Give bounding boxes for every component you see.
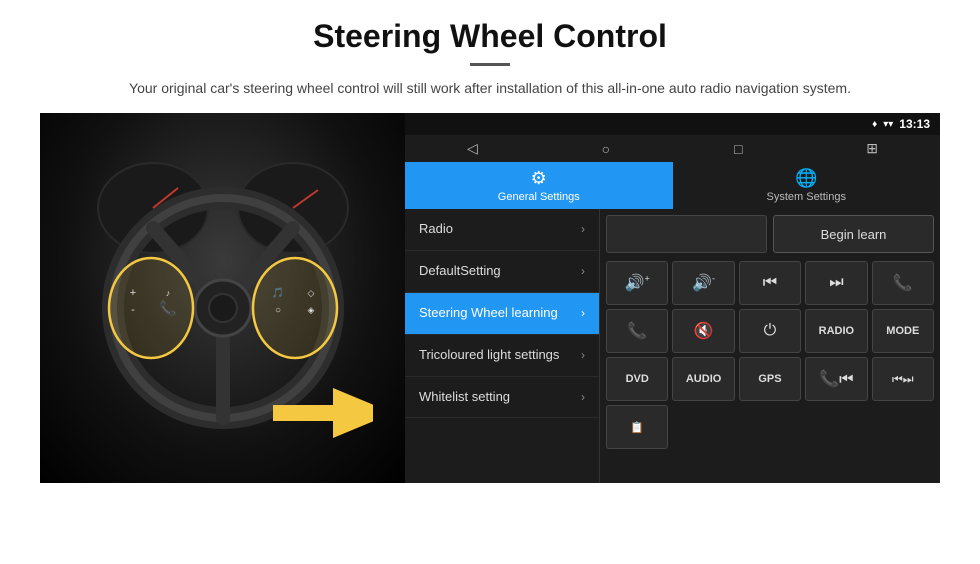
- main-content: + ♪ - 📞 🎵 ◇ ○ ◈ ♦ ▾: [40, 113, 940, 483]
- control-row-3: DVD AUDIO GPS 📞⏮ ⏮⏭: [606, 357, 934, 401]
- menu-default-chevron: ›: [581, 264, 585, 278]
- next-track-button[interactable]: ⏭: [805, 261, 867, 305]
- control-row-4: 📋: [606, 405, 934, 449]
- title-divider: [470, 63, 510, 66]
- back-icon[interactable]: ◁: [467, 140, 478, 157]
- phone-icon: 📞: [893, 273, 913, 293]
- mute-icon: 🔇: [694, 321, 714, 341]
- answer-icon: 📞: [627, 321, 647, 341]
- skip-button[interactable]: ⏮⏭: [872, 357, 934, 401]
- prev-track-button[interactable]: ⏮: [739, 261, 801, 305]
- svg-text:🎵: 🎵: [271, 287, 283, 299]
- location-icon: ♦: [872, 119, 877, 130]
- menu-radio-chevron: ›: [581, 222, 585, 236]
- menu-steering-chevron: ›: [581, 306, 585, 320]
- dvd-button[interactable]: DVD: [606, 357, 668, 401]
- recents-icon[interactable]: □: [734, 141, 742, 157]
- audio-button[interactable]: AUDIO: [672, 357, 734, 401]
- menu-item-radio[interactable]: Radio ›: [405, 209, 599, 251]
- begin-learn-button[interactable]: Begin learn: [773, 215, 934, 253]
- vol-down-button[interactable]: 🔊-: [672, 261, 734, 305]
- control-top-row: Begin learn: [606, 215, 934, 253]
- menu-item-steering[interactable]: Steering Wheel learning ›: [405, 293, 599, 335]
- signal-icon: ▾▾: [883, 119, 893, 130]
- android-panel: ♦ ▾▾ 13:13 ◁ ○ □ ⊞ ⚙ General Settings 🌐: [405, 113, 940, 483]
- skip-icon: ⏮⏭: [892, 372, 914, 387]
- nav-bar: ◁ ○ □ ⊞: [405, 135, 940, 162]
- home-icon[interactable]: ○: [602, 141, 610, 157]
- list-button[interactable]: 📋: [606, 405, 668, 449]
- menu-default-label: DefaultSetting: [419, 263, 581, 280]
- gps-button[interactable]: GPS: [739, 357, 801, 401]
- dvd-label: DVD: [626, 373, 649, 385]
- gps-label: GPS: [758, 373, 781, 385]
- page-title: Steering Wheel Control: [40, 18, 940, 55]
- list-icon: 📋: [630, 421, 644, 434]
- tab-system-label: System Settings: [767, 191, 846, 203]
- mute-button[interactable]: 🔇: [672, 309, 734, 353]
- phone-button[interactable]: 📞: [872, 261, 934, 305]
- radio-button[interactable]: RADIO: [805, 309, 867, 353]
- svg-text:+: +: [129, 287, 135, 299]
- tab-bar: ⚙ General Settings 🌐 System Settings: [405, 162, 940, 209]
- svg-text:♪: ♪: [165, 288, 170, 298]
- next-track-icon: ⏭: [829, 274, 843, 292]
- menu-whitelist-label: Whitelist setting: [419, 389, 581, 406]
- mode-label: MODE: [886, 325, 919, 337]
- steering-wheel-svg: + ♪ - 📞 🎵 ◇ ○ ◈: [73, 148, 373, 448]
- menu-tricoloured-label: Tricoloured light settings: [419, 347, 581, 364]
- menu-item-whitelist[interactable]: Whitelist setting ›: [405, 377, 599, 419]
- audio-label: AUDIO: [686, 373, 721, 385]
- menu-radio-label: Radio: [419, 221, 581, 238]
- tab-general-settings[interactable]: ⚙ General Settings: [405, 162, 673, 209]
- system-settings-icon: 🌐: [795, 168, 817, 189]
- control-row-1: 🔊+ 🔊- ⏮ ⏭ 📞: [606, 261, 934, 305]
- steering-input-blank: [606, 215, 767, 253]
- svg-text:📞: 📞: [159, 299, 177, 317]
- power-button[interactable]: ⏻: [739, 309, 801, 353]
- tab-system-settings[interactable]: 🌐 System Settings: [673, 162, 941, 209]
- main-area: Radio › DefaultSetting › Steering Wheel …: [405, 209, 940, 483]
- menu-whitelist-chevron: ›: [581, 390, 585, 404]
- time-display: 13:13: [899, 117, 930, 131]
- svg-text:-: -: [131, 304, 135, 316]
- prev-track-icon: ⏮: [763, 274, 777, 292]
- menu-icon[interactable]: ⊞: [866, 140, 878, 157]
- menu-item-default[interactable]: DefaultSetting ›: [405, 251, 599, 293]
- svg-text:◈: ◈: [307, 305, 314, 315]
- mode-button[interactable]: MODE: [872, 309, 934, 353]
- steering-wheel-image: + ♪ - 📞 🎵 ◇ ○ ◈: [40, 113, 405, 483]
- general-settings-icon: ⚙: [531, 168, 547, 189]
- menu-item-tricoloured[interactable]: Tricoloured light settings ›: [405, 335, 599, 377]
- page-subtitle: Your original car's steering wheel contr…: [40, 78, 940, 99]
- begin-learn-label: Begin learn: [821, 227, 887, 242]
- power-icon: ⏻: [764, 322, 777, 340]
- menu-steering-label: Steering Wheel learning: [419, 305, 581, 322]
- vol-down-icon: 🔊-: [692, 273, 715, 293]
- vol-up-icon: 🔊+: [625, 273, 650, 293]
- control-area: Begin learn 🔊+ 🔊- ⏮: [600, 209, 940, 483]
- svg-text:○: ○: [274, 305, 280, 316]
- answer-button[interactable]: 📞: [606, 309, 668, 353]
- phone-prev-icon: 📞⏮: [819, 369, 853, 389]
- menu-tricoloured-chevron: ›: [581, 348, 585, 362]
- tab-general-label: General Settings: [498, 191, 580, 203]
- control-row-2: 📞 🔇 ⏻ RADIO MODE: [606, 309, 934, 353]
- vol-up-button[interactable]: 🔊+: [606, 261, 668, 305]
- phone-prev-button[interactable]: 📞⏮: [805, 357, 867, 401]
- svg-text:◇: ◇: [307, 288, 314, 298]
- status-bar: ♦ ▾▾ 13:13: [405, 113, 940, 135]
- radio-label: RADIO: [819, 325, 854, 337]
- menu-list: Radio › DefaultSetting › Steering Wheel …: [405, 209, 600, 483]
